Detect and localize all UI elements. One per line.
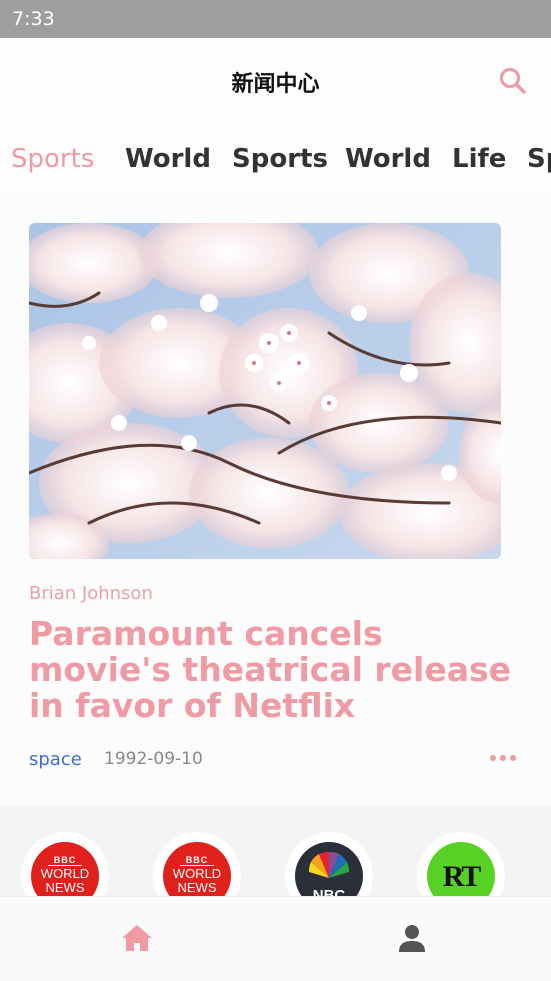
nbc-logo: NBC — [295, 842, 363, 896]
article-image[interactable] — [29, 223, 501, 559]
status-time: 7:33 — [12, 8, 55, 30]
logo-text: WORLD — [40, 866, 90, 881]
tab-world[interactable]: World — [345, 144, 431, 174]
featured-article[interactable]: Brian Johnson Paramount cancels movie's … — [0, 190, 551, 806]
app-header: 新闻中心 — [0, 38, 551, 128]
tab-sports[interactable]: Sports — [11, 144, 94, 174]
home-icon[interactable] — [120, 923, 154, 953]
tab-sports[interactable]: Sports — [527, 144, 551, 174]
source-bbc-world-news[interactable]: BBC WORLD NEWS — [21, 832, 109, 896]
peacock-icon: NBC — [308, 851, 350, 896]
tab-sports[interactable]: Sports — [232, 144, 328, 174]
article-author: Brian Johnson — [29, 583, 153, 604]
source-bbc-world-news[interactable]: BBC WORLD NEWS — [153, 832, 241, 896]
bottom-navigation — [0, 896, 551, 981]
logo-text: BBC — [48, 855, 82, 866]
source-rt[interactable]: RT — [417, 832, 505, 896]
logo-text: NEWS — [45, 880, 85, 895]
category-tabs: Sports World Sports World Life Sports — [0, 128, 551, 190]
more-icon[interactable] — [488, 751, 518, 765]
article-date: 1992-09-10 — [104, 749, 203, 769]
tab-life[interactable]: Life — [452, 144, 506, 174]
article-tag[interactable]: space — [29, 749, 82, 770]
logo-text: RT — [442, 860, 482, 893]
rt-logo: RT — [427, 842, 495, 896]
article-title[interactable]: Paramount cancels movie's theatrical rel… — [29, 616, 519, 724]
status-bar: 7:33 — [0, 0, 551, 38]
logo-text: NEWS — [177, 880, 217, 895]
bbc-logo: BBC WORLD NEWS — [163, 842, 231, 896]
source-nbc[interactable]: NBC — [285, 832, 373, 896]
cherry-blossom-photo — [29, 223, 501, 559]
logo-text: NBC — [313, 887, 346, 896]
tab-world[interactable]: World — [125, 144, 211, 174]
profile-icon[interactable] — [397, 923, 427, 953]
bbc-logo: BBC WORLD NEWS — [31, 842, 99, 896]
logo-text: BBC — [180, 855, 214, 866]
news-sources-row: BBC WORLD NEWS BBC WORLD NEWS NBC RT — [0, 806, 551, 896]
search-icon[interactable] — [498, 66, 528, 96]
page-title: 新闻中心 — [231, 72, 320, 97]
logo-text: WORLD — [172, 866, 222, 881]
